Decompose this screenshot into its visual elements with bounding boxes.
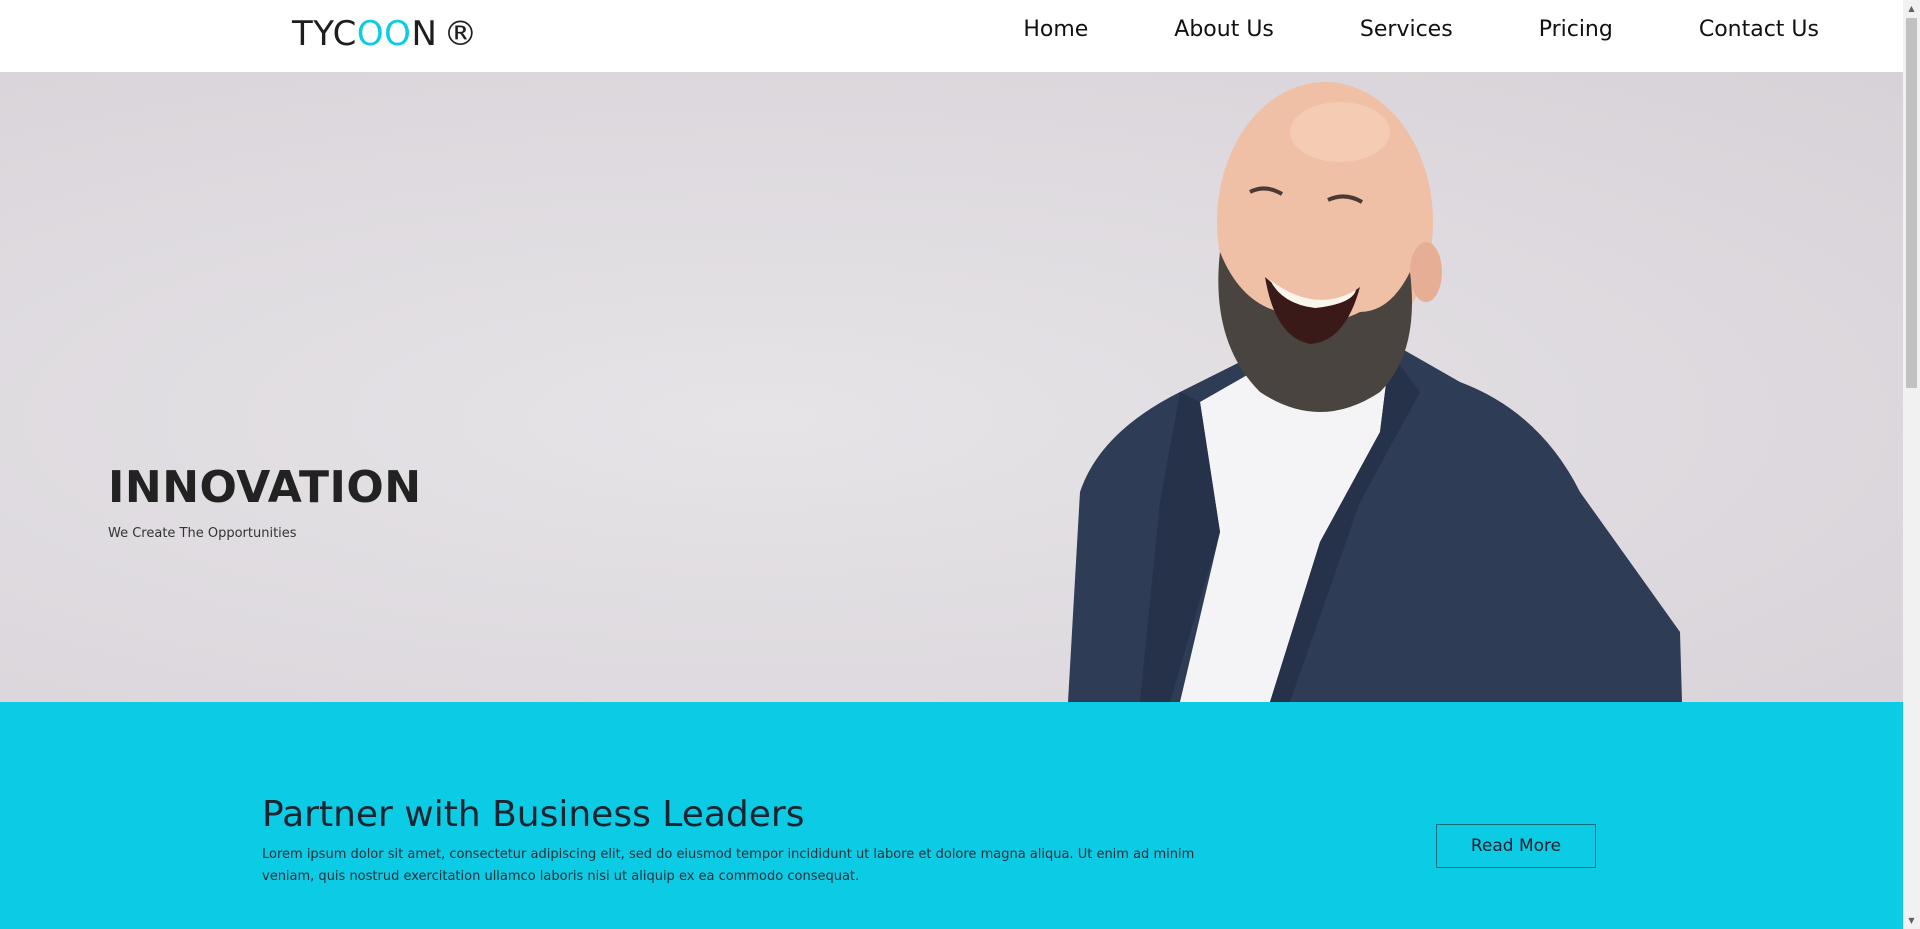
nav-services[interactable]: Services <box>1360 17 1453 42</box>
page: TYCOON ® Home About Us Services Pricing C… <box>0 0 1903 929</box>
site-header: TYCOON ® Home About Us Services Pricing C… <box>0 0 1903 73</box>
hero-banner: INNOVATION We Create The Opportunities <box>0 72 1903 702</box>
arrow-up-icon[interactable]: ▲ <box>1903 0 1920 17</box>
hero-subtitle: We Create The Opportunities <box>108 526 297 541</box>
nav-about-us[interactable]: About Us <box>1174 17 1274 42</box>
logo[interactable]: TYCOON ® <box>292 14 478 54</box>
nav-home[interactable]: Home <box>1023 17 1088 42</box>
arrow-down-icon[interactable]: ▼ <box>1903 912 1920 929</box>
logo-text-start: TYC <box>292 14 357 54</box>
nav-pricing[interactable]: Pricing <box>1539 17 1613 42</box>
nav-contact-us[interactable]: Contact Us <box>1699 17 1819 42</box>
head-highlight <box>1290 102 1390 162</box>
cta-description: Lorem ipsum dolor sit amet, consectetur … <box>262 847 1195 884</box>
cta-title: Partner with Business Leaders <box>262 794 805 835</box>
registered-mark: ® <box>443 14 478 54</box>
ear-shape <box>1410 242 1442 302</box>
cta-band: Partner with Business Leaders Lorem ipsu… <box>0 702 1903 929</box>
scrollbar-thumb[interactable] <box>1906 18 1917 388</box>
hero-photo <box>1068 82 1682 702</box>
vertical-scrollbar[interactable]: ▲ ▼ <box>1903 0 1920 929</box>
logo-text-accent: OO <box>356 14 412 54</box>
main-nav: Home About Us Services Pricing Contact U… <box>937 17 1819 42</box>
logo-text-end: N <box>411 14 438 54</box>
hero-title: INNOVATION <box>108 462 422 513</box>
read-more-button[interactable]: Read More <box>1436 824 1596 868</box>
